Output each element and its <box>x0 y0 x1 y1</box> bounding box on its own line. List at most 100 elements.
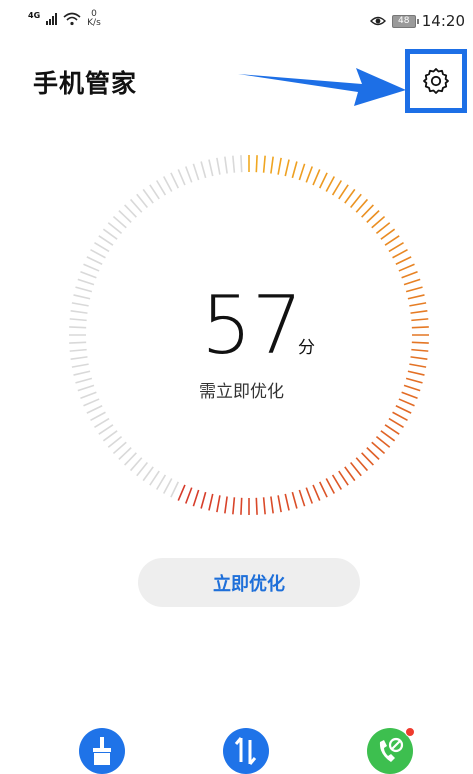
call-block-tool-button[interactable] <box>367 727 415 774</box>
gauge-tick-inactive <box>185 166 193 183</box>
gauge-tick-inactive <box>155 180 167 196</box>
notification-badge <box>405 727 415 737</box>
gauge-tick-inactive <box>86 256 103 266</box>
gauge-tick-inactive <box>224 156 228 174</box>
gauge-tick-active <box>325 478 336 494</box>
cleanup-tool-button[interactable] <box>79 728 125 774</box>
gauge-tick-inactive <box>124 452 137 466</box>
gauge-tick-inactive <box>192 163 200 181</box>
gauge-tick-inactive <box>86 404 103 414</box>
gauge-tick-active <box>318 172 328 189</box>
gauge-tick-active <box>361 452 374 466</box>
gauge-tick-active <box>375 436 391 448</box>
gauge-tick-active <box>398 398 415 407</box>
gauge-tick-active <box>318 481 328 498</box>
gauge-tick-active <box>407 294 425 300</box>
gauge-tick-active <box>200 491 207 509</box>
gauge-tick-active <box>298 489 306 507</box>
gauge-tick-active <box>305 166 313 183</box>
gauge-tick-inactive <box>83 398 100 407</box>
gauge-tick-active <box>371 215 386 229</box>
gauge-tick-active <box>405 286 423 293</box>
status-bar: 4G 0 K/s 48 14:20 <box>0 0 473 40</box>
gauge-tick-active <box>410 356 428 360</box>
network-speed: 0 K/s <box>87 10 101 28</box>
gauge-tick-active <box>277 157 282 175</box>
gauge-tick-inactive <box>94 241 110 253</box>
gauge-tick-inactive <box>155 474 167 490</box>
gauge-tick-inactive <box>142 188 154 204</box>
gauge-tick-inactive <box>71 302 89 307</box>
gauge-tick-inactive <box>75 377 93 384</box>
gauge-tick-active <box>409 363 427 368</box>
gauge-tick-active <box>277 495 282 513</box>
eye-icon <box>369 16 386 26</box>
gauge-tick-inactive <box>240 155 243 173</box>
signal-icon <box>46 13 58 25</box>
gauge-tick-inactive <box>216 157 221 175</box>
gauge-tick-active <box>270 156 274 174</box>
traffic-icon <box>234 737 257 765</box>
gauge-tick-active <box>255 155 258 173</box>
battery-icon: 48 <box>391 14 419 28</box>
gauge-tick-active <box>392 411 408 422</box>
gauge-tick-inactive <box>170 481 180 498</box>
gauge-tick-inactive <box>112 215 127 229</box>
gauge-tick-inactive <box>80 391 97 399</box>
gauge-tick-inactive <box>77 278 95 286</box>
gauge-tick-active <box>255 497 258 515</box>
gauge-tick-inactive <box>170 172 180 189</box>
gauge-tick-inactive <box>80 271 97 279</box>
gauge-tick-inactive <box>71 363 89 368</box>
gauge-tick-active <box>192 489 200 507</box>
gauge-tick-active <box>350 193 362 209</box>
gauge-tick-active <box>395 404 412 414</box>
gauge-tick-active <box>392 248 408 259</box>
gauge-tick-inactive <box>124 204 137 218</box>
gauge-tick-inactive <box>162 176 173 192</box>
status-left: 4G 0 K/s <box>28 10 101 28</box>
gauge-tick-active <box>395 256 412 266</box>
gauge-tick-active <box>388 417 404 429</box>
gauge-tick-inactive <box>94 417 110 429</box>
gauge-tick-active <box>344 466 356 482</box>
gauge-tick-active <box>338 470 349 486</box>
settings-button[interactable] <box>405 49 467 113</box>
gauge-tick-inactive <box>75 286 93 293</box>
gauge-tick-inactive <box>98 235 114 246</box>
network-speed-unit: K/s <box>87 18 101 28</box>
gauge-tick-active <box>291 161 298 179</box>
gauge-tick-active <box>325 176 336 192</box>
wifi-icon <box>63 12 81 26</box>
gauge-tick-inactive <box>77 384 95 392</box>
optimize-button[interactable]: 立即优化 <box>138 558 360 607</box>
page-title: 手机管家 <box>33 69 138 98</box>
gauge-tick-inactive <box>177 169 186 186</box>
score-display: 57 分 <box>195 286 335 366</box>
gauge-tick-inactive <box>69 326 87 329</box>
gauge-tick-active <box>331 180 343 196</box>
clock: 14:20 <box>421 12 465 30</box>
gauge-tick-inactive <box>200 161 207 179</box>
traffic-tool-button[interactable] <box>223 728 269 774</box>
status-right: 48 14:20 <box>369 12 465 30</box>
gauge-tick-active <box>361 204 374 218</box>
gauge-tick-active <box>410 310 428 314</box>
gauge-tick-active <box>284 159 290 177</box>
gauge-tick-inactive <box>73 370 91 376</box>
gauge-tick-active <box>338 184 349 200</box>
gauge-tick-active <box>185 487 193 504</box>
gauge-tick-active <box>403 384 421 392</box>
gauge-tick-active <box>409 302 427 307</box>
gauge-tick-inactive <box>107 436 123 448</box>
gauge-tick-active <box>388 241 404 253</box>
gauge-tick-active <box>224 496 228 514</box>
gauge-tick-active <box>398 263 415 272</box>
gauge-tick-active <box>216 495 221 513</box>
gauge-tick-inactive <box>208 159 214 177</box>
gauge-tick-inactive <box>83 263 100 272</box>
gauge-tick-inactive <box>149 470 160 486</box>
network-type: 4G <box>28 11 41 20</box>
gauge-tick-active <box>344 188 356 204</box>
gauge-tick-active <box>355 198 369 213</box>
